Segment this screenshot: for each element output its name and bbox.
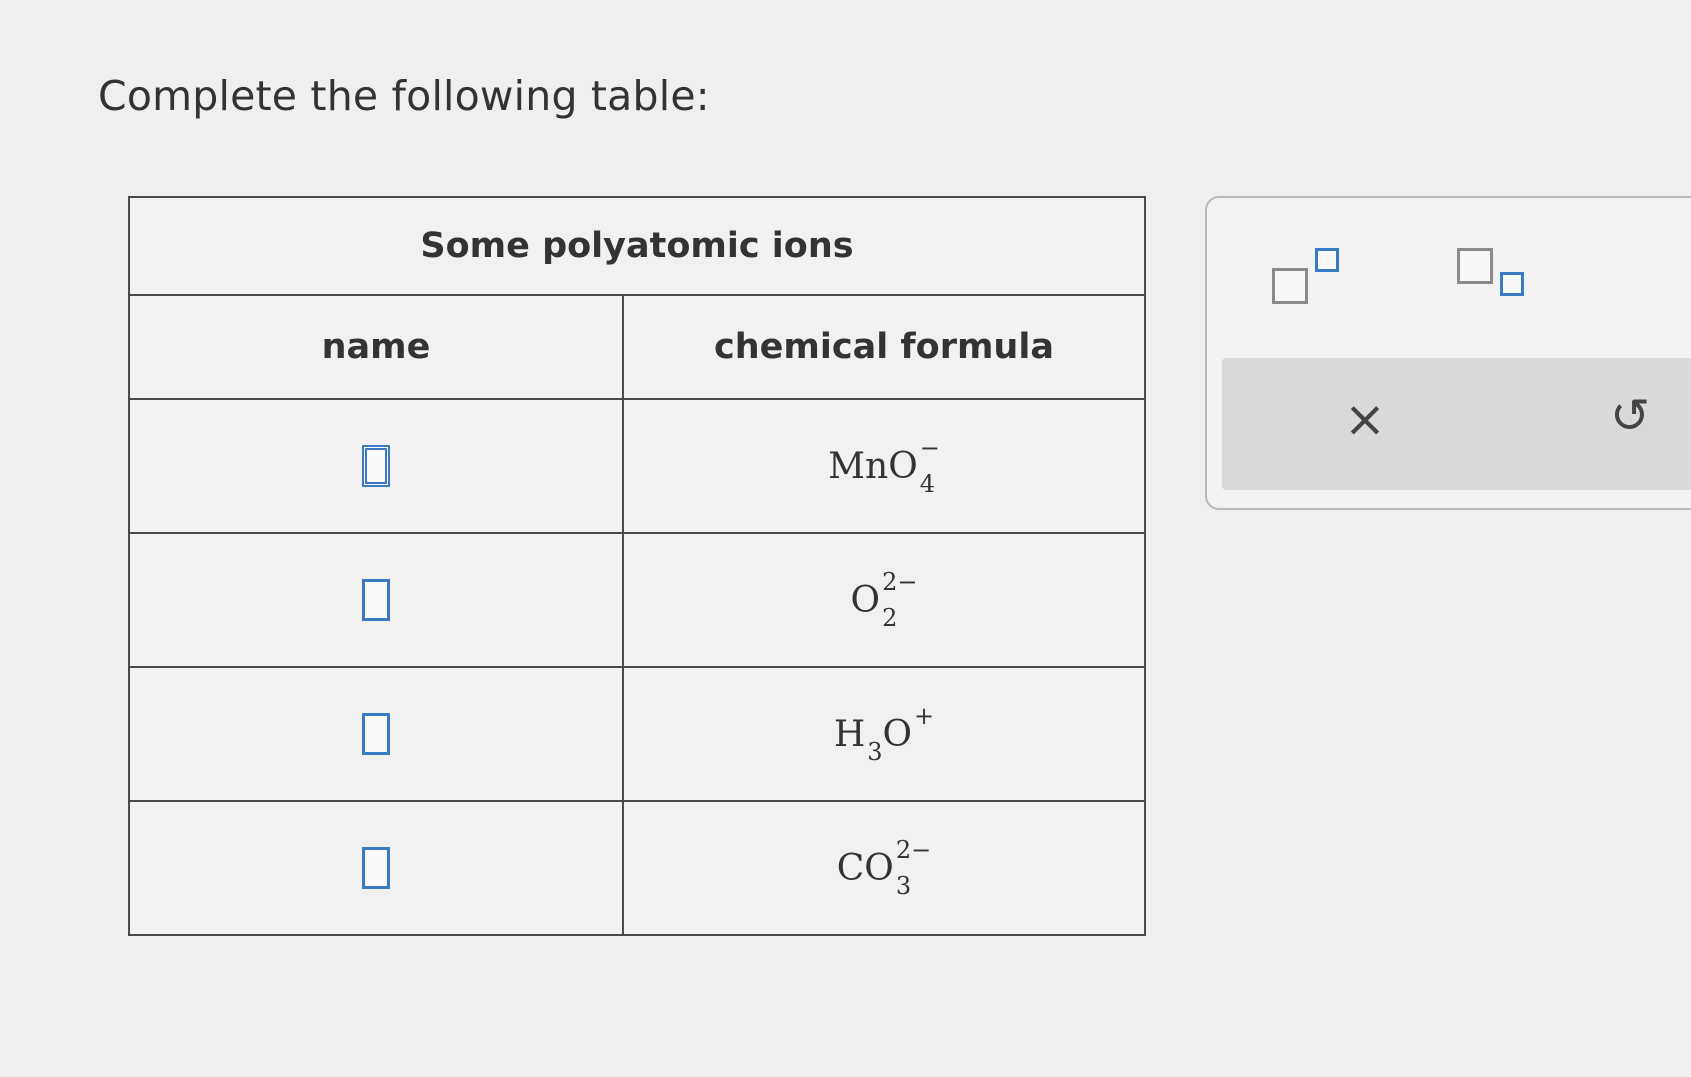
chemical-formula: CO 2− 3	[836, 838, 931, 898]
formula-base: CO	[836, 847, 894, 889]
name-answer-box[interactable]	[362, 579, 390, 621]
base-box-icon	[1272, 268, 1308, 304]
formula-charge: 2−	[895, 836, 932, 864]
formula-subscript: 3	[895, 872, 912, 900]
chemical-formula: H 3 O +	[833, 704, 934, 764]
formula-cell: MnO − 4	[622, 398, 1146, 534]
formula-subscript: 4	[919, 470, 935, 498]
undo-icon[interactable]: ↺	[1610, 392, 1650, 440]
formula-base: O	[850, 579, 881, 621]
subscript-box-icon	[1500, 272, 1524, 296]
math-tool-panel: × ↺	[1205, 196, 1691, 510]
polyatomic-ions-table: Some polyatomic ions name chemical formu…	[128, 196, 1146, 936]
formula-charge: 2−	[882, 568, 918, 596]
formula-cell: O 2− 2	[622, 532, 1146, 668]
template-toolbar	[1207, 198, 1691, 358]
superscript-template-button[interactable]	[1272, 248, 1352, 308]
name-answer-box[interactable]	[362, 847, 390, 889]
formula-charge: −	[919, 434, 940, 462]
column-header-formula: chemical formula	[622, 294, 1146, 400]
formula-cell: CO 2− 3	[622, 800, 1146, 936]
clear-icon[interactable]: ×	[1344, 394, 1386, 444]
chemical-formula: O 2− 2	[850, 570, 918, 630]
table-caption: Some polyatomic ions	[128, 196, 1146, 296]
table-row: O 2− 2	[128, 532, 1146, 668]
formula-base: H	[833, 713, 866, 755]
table-row: MnO − 4	[128, 398, 1146, 534]
action-toolbar: × ↺	[1222, 358, 1691, 490]
formula-subscript: 3	[867, 738, 883, 766]
subscript-template-button[interactable]	[1457, 248, 1537, 308]
name-cell	[128, 800, 624, 936]
table-row: CO 2− 3	[128, 800, 1146, 936]
question-prompt: Complete the following table:	[98, 72, 710, 120]
formula-charge: +	[914, 702, 935, 730]
chemical-formula: MnO − 4	[828, 436, 940, 496]
superscript-box-icon	[1315, 248, 1339, 272]
base-box-icon	[1457, 248, 1493, 284]
name-cell	[128, 398, 624, 534]
table-row: H 3 O +	[128, 666, 1146, 802]
formula-base: MnO	[828, 445, 918, 487]
name-cell	[128, 532, 624, 668]
formula-cell: H 3 O +	[622, 666, 1146, 802]
name-cell	[128, 666, 624, 802]
name-answer-box[interactable]	[362, 445, 390, 487]
name-answer-box[interactable]	[362, 713, 390, 755]
formula-tail: O	[882, 713, 913, 755]
column-header-name: name	[128, 294, 624, 400]
formula-subscript: 2	[882, 604, 898, 632]
